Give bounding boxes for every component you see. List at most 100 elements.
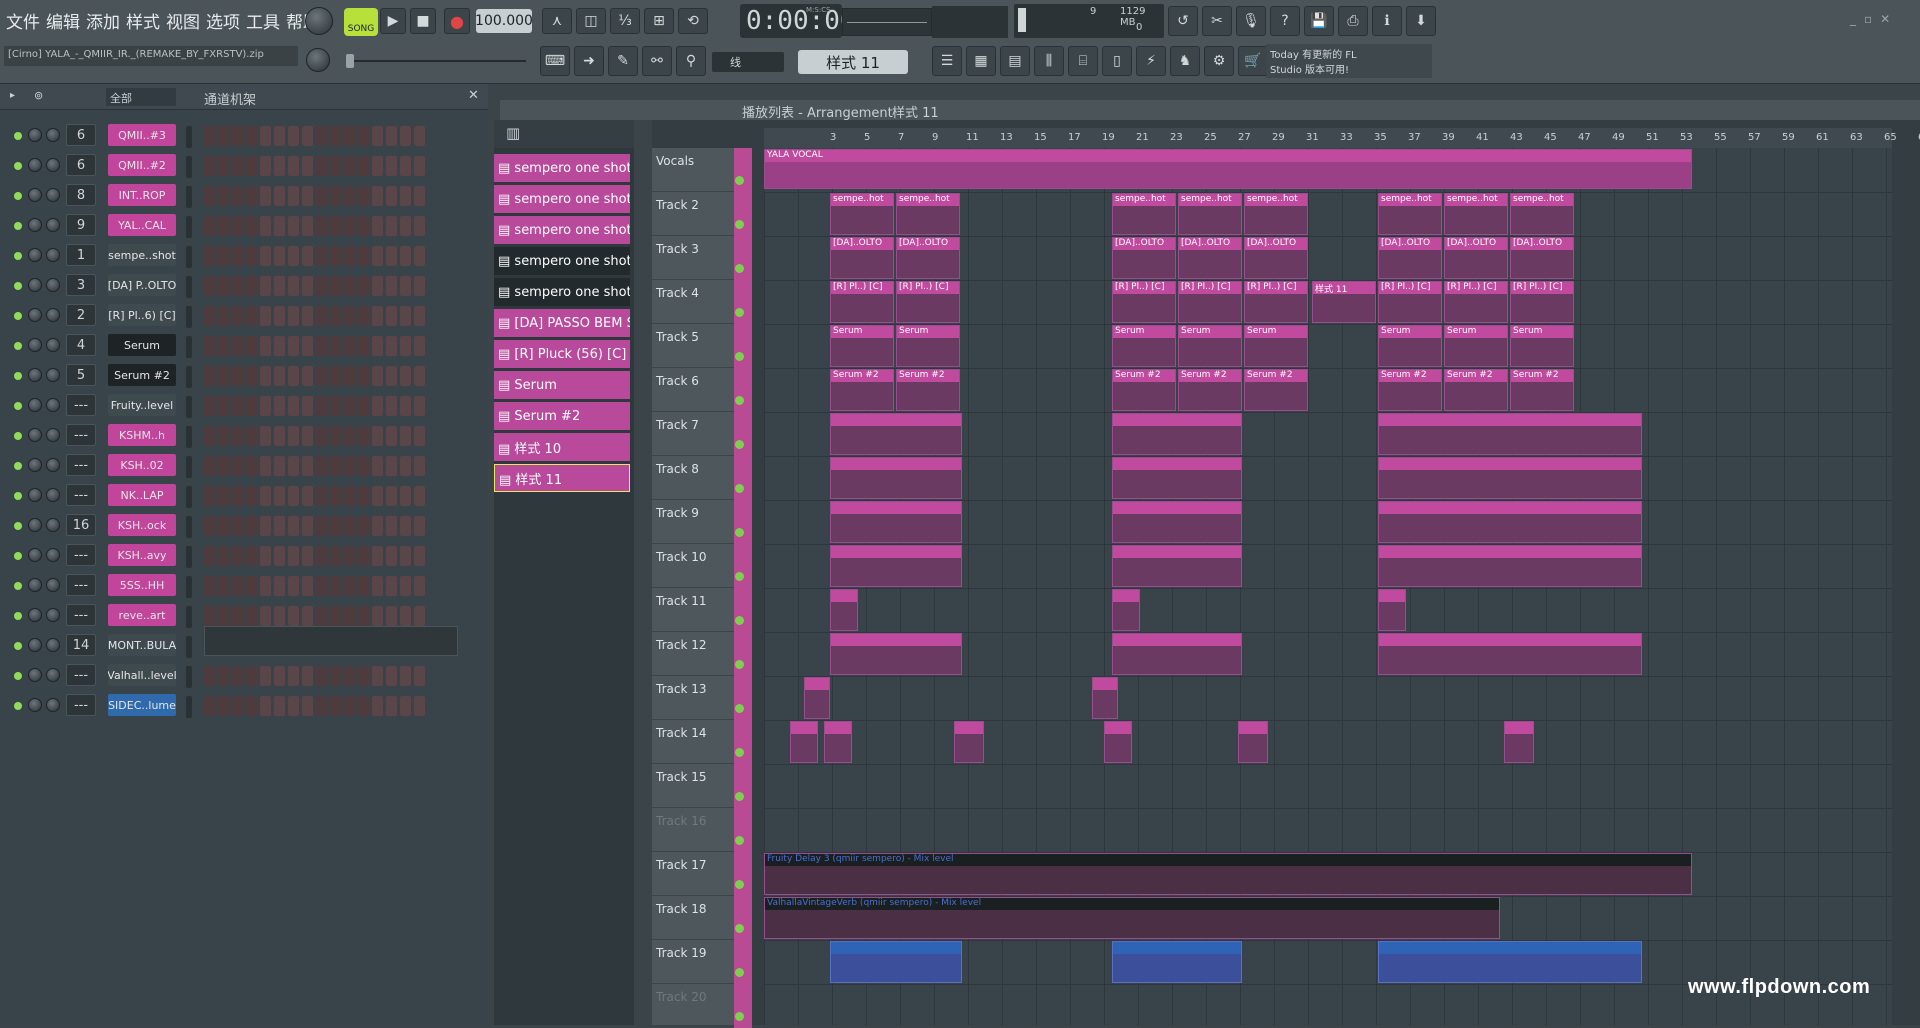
- step-button[interactable]: [372, 396, 383, 416]
- step-button[interactable]: [260, 276, 271, 296]
- track-header[interactable]: Track 16: [652, 808, 752, 852]
- export-icon[interactable]: ⎙: [1338, 6, 1368, 36]
- mute-led[interactable]: [14, 672, 22, 680]
- volume-knob[interactable]: [46, 578, 60, 592]
- step-button[interactable]: [330, 276, 341, 296]
- step-button[interactable]: [414, 216, 425, 236]
- step-button[interactable]: [400, 486, 411, 506]
- step-button[interactable]: [260, 486, 271, 506]
- step-button[interactable]: [330, 246, 341, 266]
- step-button[interactable]: [302, 546, 313, 566]
- channel-select[interactable]: [186, 246, 192, 268]
- playlist-clip[interactable]: [824, 721, 852, 763]
- plugin-icon[interactable]: ⚡: [1136, 46, 1166, 76]
- playlist-clip[interactable]: sempe..hot: [1178, 193, 1242, 235]
- step-button[interactable]: [204, 246, 215, 266]
- track-header[interactable]: Track 10: [652, 544, 752, 588]
- mute-led[interactable]: [14, 192, 22, 200]
- wrench-icon[interactable]: ⚙: [1204, 46, 1234, 76]
- track-header[interactable]: Track 17: [652, 852, 752, 896]
- step-button[interactable]: [344, 546, 355, 566]
- mute-led[interactable]: [14, 642, 22, 650]
- step-button[interactable]: [302, 606, 313, 626]
- step-button[interactable]: [260, 246, 271, 266]
- step-button[interactable]: [246, 396, 257, 416]
- step-button[interactable]: [288, 696, 299, 716]
- playlist-clip[interactable]: [1104, 721, 1132, 763]
- step-button[interactable]: [330, 546, 341, 566]
- step-button[interactable]: [358, 576, 369, 596]
- playlist-clip[interactable]: 样式 11: [1312, 281, 1376, 323]
- step-button[interactable]: [218, 576, 229, 596]
- pattern-item[interactable]: ▤ sempero one shot #4: [494, 216, 630, 244]
- step-button[interactable]: [330, 606, 341, 626]
- step-button[interactable]: [232, 696, 243, 716]
- menu-add[interactable]: 添加: [86, 8, 120, 33]
- step-button[interactable]: [218, 606, 229, 626]
- step-button[interactable]: [358, 516, 369, 536]
- playlist-clip[interactable]: Serum: [1244, 325, 1308, 367]
- step-button[interactable]: [414, 606, 425, 626]
- step-button[interactable]: [260, 156, 271, 176]
- mute-led[interactable]: [14, 552, 22, 560]
- step-button[interactable]: [372, 126, 383, 146]
- mixer-track-number[interactable]: 5: [66, 364, 96, 386]
- close-icon[interactable]: ✕: [468, 88, 479, 103]
- step-button[interactable]: [204, 276, 215, 296]
- track-mute-switch[interactable]: [735, 176, 744, 185]
- cart-icon[interactable]: 🛒: [1238, 46, 1268, 76]
- step-edit-icon[interactable]: ⊞: [644, 8, 674, 34]
- browser-icon[interactable]: ▯: [1102, 46, 1132, 76]
- step-button[interactable]: [344, 156, 355, 176]
- step-button[interactable]: [316, 156, 327, 176]
- playlist-clip[interactable]: [830, 501, 962, 543]
- menu-view[interactable]: 视图: [166, 8, 200, 33]
- step-button[interactable]: [232, 156, 243, 176]
- playlist-clip[interactable]: [DA]..OLTO: [1178, 237, 1242, 279]
- track-header[interactable]: Track 13: [652, 676, 752, 720]
- step-button[interactable]: [274, 186, 285, 206]
- mixer-track-number[interactable]: 16: [66, 514, 96, 536]
- playlist-clip[interactable]: Serum #2: [896, 369, 960, 411]
- step-button[interactable]: [274, 516, 285, 536]
- mute-led[interactable]: [14, 222, 22, 230]
- mixer-track-number[interactable]: ---: [66, 454, 96, 476]
- step-button[interactable]: [386, 396, 397, 416]
- step-button[interactable]: [218, 396, 229, 416]
- playlist-clip[interactable]: Serum: [1378, 325, 1442, 367]
- step-button[interactable]: [316, 456, 327, 476]
- channel-name-button[interactable]: reve..art: [108, 604, 176, 626]
- step-button[interactable]: [288, 156, 299, 176]
- step-button[interactable]: [246, 336, 257, 356]
- step-button[interactable]: [260, 516, 271, 536]
- channel-name-button[interactable]: Serum: [108, 334, 176, 356]
- playlist-clip[interactable]: YALA VOCAL: [764, 149, 1692, 189]
- track-header[interactable]: Track 20: [652, 984, 752, 1028]
- playlist-clip[interactable]: [954, 721, 984, 763]
- step-button[interactable]: [302, 486, 313, 506]
- arrangement-grid[interactable]: YALA VOCAL sempe..hot [DA]..OLTO [R] Pl..) …: [764, 148, 1892, 1025]
- step-button[interactable]: [358, 486, 369, 506]
- step-button[interactable]: [400, 426, 411, 446]
- mute-led[interactable]: [14, 282, 22, 290]
- track-header[interactable]: Track 15: [652, 764, 752, 808]
- mixer-track-number[interactable]: 6: [66, 154, 96, 176]
- pan-knob[interactable]: [28, 278, 42, 292]
- track-mute-switch[interactable]: [735, 352, 744, 361]
- pattern-item[interactable]: ▤ sempero one shot: [494, 154, 630, 182]
- step-button[interactable]: [372, 456, 383, 476]
- step-button[interactable]: [400, 396, 411, 416]
- step-button[interactable]: [386, 546, 397, 566]
- step-button[interactable]: [400, 516, 411, 536]
- pan-knob[interactable]: [28, 578, 42, 592]
- volume-knob[interactable]: [46, 548, 60, 562]
- channel-select[interactable]: [186, 546, 192, 568]
- playlist-clip[interactable]: sempe..hot: [1378, 193, 1442, 235]
- pattern-item[interactable]: ▤ Serum: [494, 371, 630, 399]
- countdown-icon[interactable]: ⅓: [610, 8, 640, 34]
- step-button[interactable]: [414, 126, 425, 146]
- performance-icon[interactable]: ♞: [1170, 46, 1200, 76]
- pattern-item[interactable]: ▤ [DA] PASSO BEM SOLTO: [494, 309, 630, 337]
- picker-tab-piano-icon[interactable]: ▥: [506, 124, 520, 142]
- step-button[interactable]: [358, 696, 369, 716]
